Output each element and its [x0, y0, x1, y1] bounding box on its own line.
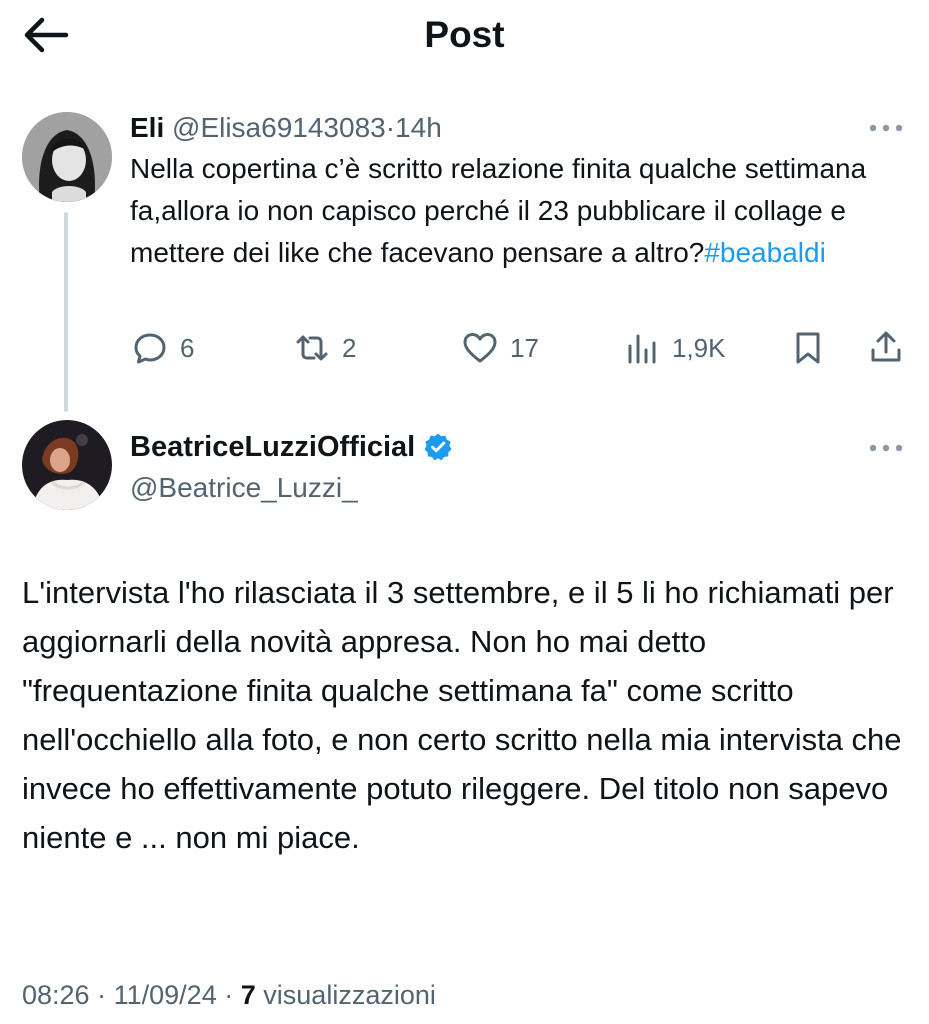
- avatar[interactable]: [22, 112, 112, 202]
- share-icon: [871, 331, 901, 362]
- repost-button[interactable]: 2: [294, 328, 356, 368]
- author-handle[interactable]: @Beatrice_Luzzi_: [130, 470, 358, 506]
- avatar-image: [22, 420, 112, 510]
- page-title: Post: [424, 14, 505, 55]
- separator: ·: [224, 980, 234, 1010]
- share-button[interactable]: [868, 328, 904, 368]
- post-date[interactable]: 11/09/24: [114, 980, 217, 1010]
- more-icon: [869, 444, 903, 452]
- repost-count: 2: [342, 332, 357, 363]
- reply-count: 6: [180, 332, 195, 363]
- main-tweet-text: L'intervista l'ho rilasciata il 3 settem…: [22, 575, 902, 855]
- more-icon: [869, 124, 903, 132]
- post-time[interactable]: 08:26: [22, 980, 90, 1010]
- repost-icon: [296, 335, 328, 361]
- views-icon: [628, 334, 656, 364]
- reply-button[interactable]: 6: [132, 328, 194, 368]
- parent-tweet-header: Eli @Elisa69143083·14h: [130, 110, 442, 146]
- like-count: 17: [510, 332, 539, 363]
- views-count: 7: [240, 980, 256, 1010]
- separator: ·: [97, 980, 107, 1010]
- avatar[interactable]: [22, 420, 112, 510]
- hashtag-link[interactable]: #beabaldi: [704, 237, 825, 268]
- reply-icon: [134, 333, 166, 364]
- thread-line: [64, 212, 68, 412]
- more-button[interactable]: [866, 121, 906, 135]
- views-count: 1,9K: [672, 332, 726, 363]
- avatar-image: [22, 112, 112, 202]
- bookmark-button[interactable]: [790, 328, 826, 368]
- like-button[interactable]: 17: [462, 328, 539, 368]
- parent-tweet-text: Nella copertina c’è scritto relazione fi…: [130, 148, 890, 274]
- verified-icon: [424, 433, 452, 461]
- like-icon: [463, 333, 497, 363]
- post-meta: 08:26 · 11/09/24 · 7 visualizzazioni: [22, 977, 436, 1013]
- author-handle[interactable]: @Elisa69143083: [172, 112, 386, 143]
- more-button[interactable]: [866, 441, 906, 455]
- views-button[interactable]: 1,9K: [624, 328, 726, 368]
- views-label: visualizzazioni: [263, 980, 436, 1010]
- bookmark-icon: [796, 332, 820, 364]
- separator: ·: [385, 112, 396, 143]
- author-name[interactable]: BeatriceLuzziOfficial: [130, 428, 415, 466]
- main-author[interactable]: BeatriceLuzziOfficial: [130, 428, 453, 466]
- post-time[interactable]: 14h: [395, 112, 442, 143]
- author-name[interactable]: Eli: [130, 112, 164, 143]
